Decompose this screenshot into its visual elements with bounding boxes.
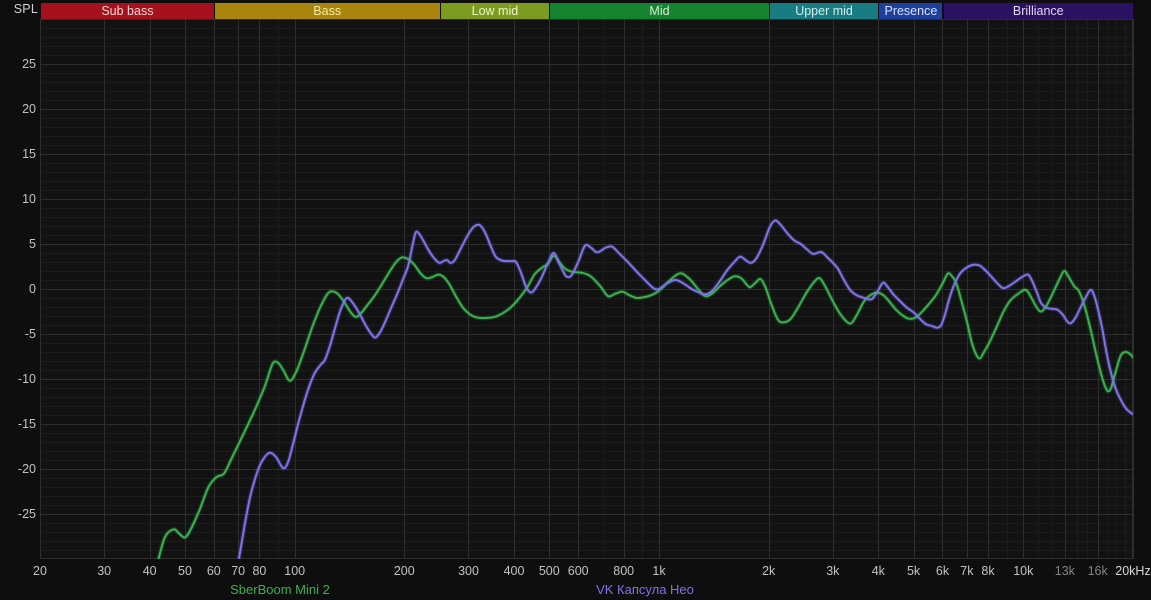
band-brilliance: Brilliance [943, 3, 1134, 19]
x-tick-1k: 1k [624, 564, 694, 578]
y-tick-0: 0 [0, 282, 36, 296]
y-tick-5: 5 [0, 237, 36, 251]
band-low-mid: Low mid [440, 3, 550, 19]
band-mid: Mid [549, 3, 768, 19]
y-tick-15: 15 [0, 147, 36, 161]
x-tick-2k: 2k [734, 564, 804, 578]
y-tick--15: -15 [0, 417, 36, 431]
y-tick-20: 20 [0, 102, 36, 116]
legend-item-vk-kapsula: VK Капсула Нео [596, 582, 694, 597]
frequency-band-strip: Sub bassBassLow midMidUpper midPresenceB… [0, 3, 1151, 19]
y-tick-25: 25 [0, 57, 36, 71]
x-tick-20kHz: 20kHz [1098, 564, 1151, 578]
x-tick-100: 100 [260, 564, 330, 578]
y-tick-10: 10 [0, 192, 36, 206]
band-sub-bass: Sub bass [40, 3, 214, 19]
y-tick--10: -10 [0, 372, 36, 386]
legend-item-sberboom: SberBoom Mini 2 [230, 582, 330, 597]
x-tick-20: 20 [5, 564, 75, 578]
y-tick--20: -20 [0, 462, 36, 476]
y-tick--25: -25 [0, 507, 36, 521]
frequency-response-chart: SPL Sub bassBassLow midMidUpper midPrese… [0, 0, 1151, 600]
plot-canvas [0, 0, 1151, 600]
x-tick-200: 200 [369, 564, 439, 578]
y-tick--5: -5 [0, 327, 36, 341]
band-presence: Presence [878, 3, 942, 19]
band-upper-mid: Upper mid [769, 3, 879, 19]
band-bass: Bass [214, 3, 440, 19]
